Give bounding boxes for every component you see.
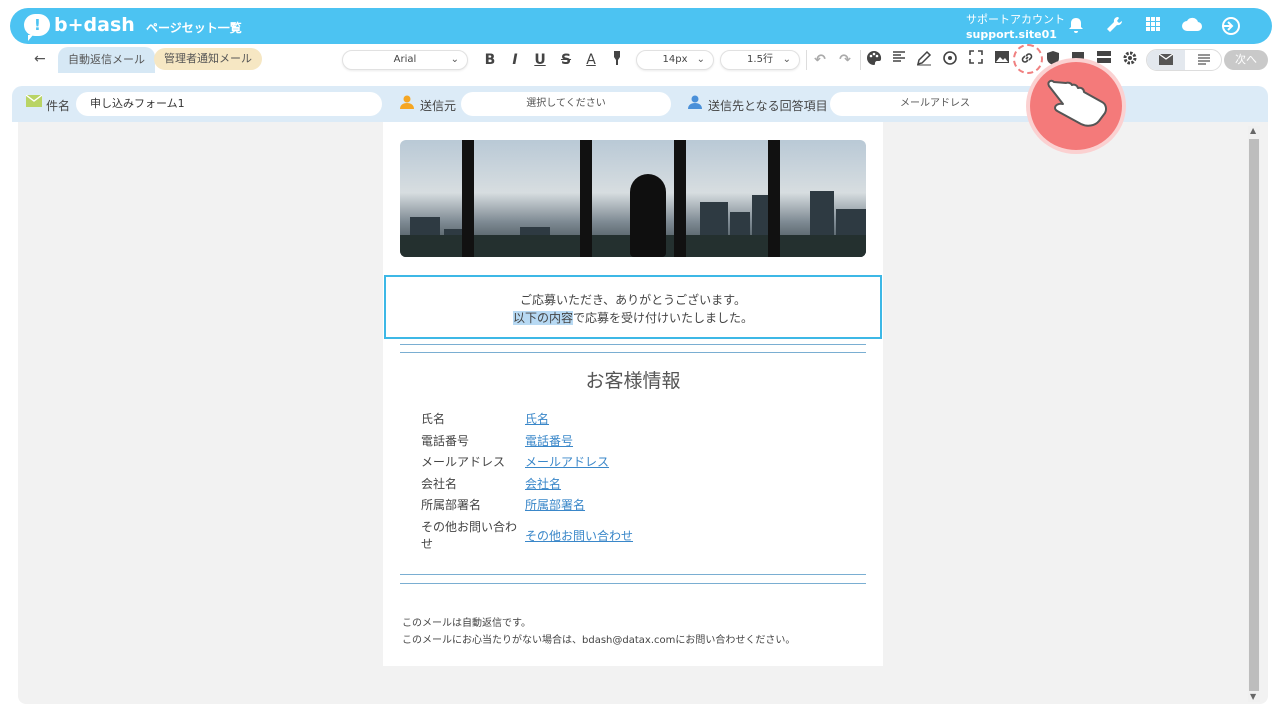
- info-value-link[interactable]: 所属部署名: [525, 496, 585, 513]
- fullscreen-icon[interactable]: [967, 50, 985, 70]
- toolbar-divider: [806, 50, 807, 70]
- sender-select[interactable]: 選択してください: [461, 92, 671, 116]
- person-icon: [688, 95, 702, 113]
- line-height-value: 1.5行: [747, 54, 773, 65]
- info-label: メールアドレス: [421, 455, 506, 469]
- hero-image[interactable]: [400, 140, 866, 257]
- tab-auto-reply-mail[interactable]: 自動返信メール: [58, 47, 155, 73]
- mail-body: ご応募いただき、ありがとうございます。 以下の内容で応募を受け付けいたしました。…: [383, 122, 883, 666]
- font-family-select[interactable]: Arial ⌄: [342, 50, 468, 70]
- chevron-down-icon: ⌄: [696, 54, 705, 65]
- footer-line-2: このメールにお心当たりがない場合は、bdash@datax.comにお問い合わせ…: [402, 635, 796, 646]
- window-pillar: [580, 140, 592, 257]
- redo-icon[interactable]: ↷: [836, 50, 854, 70]
- mail-view-icon[interactable]: [1147, 50, 1185, 70]
- line-height-select[interactable]: 1.5行 ⌄: [720, 50, 800, 70]
- envelope-icon: [25, 94, 43, 111]
- greeting-line-2-rest: で応募を受け付けいたしました。: [573, 311, 754, 325]
- account-id: support.site01: [966, 28, 1057, 41]
- window-pillar: [462, 140, 474, 257]
- toolbar-divider: [860, 50, 861, 70]
- arrow-left-icon[interactable]: ←: [34, 51, 46, 67]
- info-value-link[interactable]: 氏名: [525, 410, 549, 427]
- pen-icon[interactable]: [915, 50, 933, 70]
- highlight-icon[interactable]: [608, 50, 626, 70]
- bell-icon[interactable]: [1066, 16, 1086, 36]
- scroll-up-icon[interactable]: ▲: [1250, 126, 1256, 135]
- tab-admin-notification-mail[interactable]: 管理者通知メール: [154, 48, 262, 70]
- wrench-icon[interactable]: [1104, 16, 1124, 36]
- pointing-hand-icon: [1030, 62, 1122, 150]
- logo-text: b+dash: [54, 14, 135, 36]
- scrollbar-thumb[interactable]: [1249, 139, 1259, 691]
- undo-icon[interactable]: ↶: [811, 50, 829, 70]
- divider: [400, 583, 866, 584]
- divider: [400, 352, 866, 353]
- selected-text[interactable]: 以下の内容: [512, 311, 573, 325]
- info-label-wrap: せ: [421, 537, 434, 551]
- strikethrough-icon[interactable]: S: [557, 50, 575, 70]
- text-view-icon[interactable]: [1185, 50, 1222, 70]
- gear-icon[interactable]: [1121, 50, 1139, 70]
- logo-bubble-icon: !: [24, 14, 50, 41]
- window-pillar: [768, 140, 780, 257]
- info-value-link[interactable]: その他お問い合わせ: [525, 527, 633, 544]
- text-color-icon[interactable]: A: [582, 50, 600, 70]
- account-label: サポートアカウント: [966, 13, 1065, 26]
- bdash-logo[interactable]: ! b+dash: [24, 14, 135, 41]
- info-value-link[interactable]: 会社名: [525, 475, 561, 492]
- divider: [400, 344, 866, 345]
- info-value-link[interactable]: メールアドレス: [525, 453, 609, 470]
- info-label: 氏名: [421, 412, 446, 426]
- underline-icon[interactable]: U: [531, 50, 549, 70]
- logout-icon[interactable]: [1220, 16, 1240, 36]
- font-size-value: 14px: [662, 54, 688, 65]
- view-mode-toggle: [1146, 49, 1222, 71]
- info-value-link[interactable]: 電話番号: [525, 432, 573, 449]
- account-info[interactable]: サポートアカウント support.site01: [966, 12, 1065, 42]
- cloud-icon[interactable]: [1181, 16, 1203, 36]
- next-button[interactable]: 次へ: [1224, 50, 1268, 70]
- subject-label: 件名: [46, 99, 71, 113]
- palette-icon[interactable]: [865, 50, 883, 70]
- greeting-block-selected[interactable]: ご応募いただき、ありがとうございます。 以下の内容で応募を受け付けいたしました。: [384, 275, 882, 339]
- recipient-field-label: 送信先となる回答項目: [708, 99, 828, 113]
- greeting-line-1: ご応募いただき、ありがとうございます。: [520, 293, 746, 307]
- scroll-down-icon[interactable]: ▼: [1250, 692, 1256, 701]
- customer-info-title: お客様情報: [585, 370, 681, 392]
- chevron-down-icon: ⌄: [450, 54, 459, 65]
- recipient-select[interactable]: メールアドレス ⌄: [830, 92, 1040, 116]
- divider: [400, 574, 866, 575]
- person-silhouette: [630, 174, 666, 257]
- app-header: ! b+dash ページセット一覧 サポートアカウント support.site…: [10, 8, 1272, 44]
- target-icon[interactable]: [941, 50, 959, 70]
- font-family-value: Arial: [393, 54, 417, 65]
- info-label: 会社名: [421, 477, 458, 491]
- page-set-list-link[interactable]: ページセット一覧: [146, 19, 242, 36]
- info-label: その他お問い合わ: [421, 520, 518, 534]
- bold-icon[interactable]: B: [481, 50, 499, 70]
- align-left-icon[interactable]: [890, 50, 908, 70]
- person-icon: [400, 95, 414, 113]
- font-size-select[interactable]: 14px ⌄: [636, 50, 714, 70]
- info-label: 所属部署名: [421, 498, 482, 512]
- info-label: 電話番号: [421, 434, 470, 448]
- footer-line-1: このメールは自動返信です。: [402, 618, 531, 629]
- grid-icon[interactable]: [1143, 16, 1163, 36]
- greeting-line-2: 以下の内容で応募を受け付けいたしました。: [386, 309, 880, 327]
- chevron-down-icon: ⌄: [782, 54, 791, 65]
- subject-input[interactable]: 申し込みフォーム1: [76, 92, 382, 116]
- window-pillar: [674, 140, 686, 257]
- sender-label: 送信元: [420, 99, 457, 113]
- recipient-value: メールアドレス: [900, 98, 970, 109]
- image-icon[interactable]: [993, 50, 1011, 70]
- italic-icon[interactable]: I: [506, 50, 524, 70]
